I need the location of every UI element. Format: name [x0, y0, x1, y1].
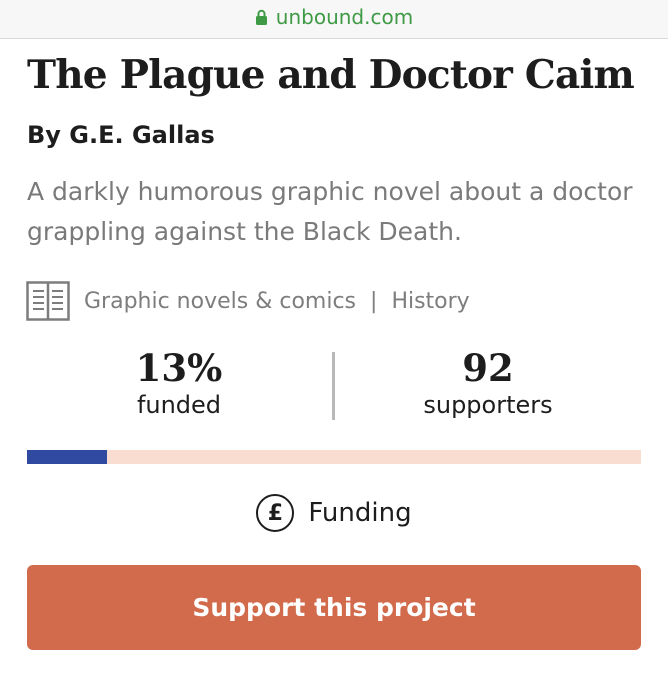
funded-percent: 13% [135, 346, 223, 390]
project-title: The Plague and Doctor Caim [27, 52, 635, 98]
supporters-count: 92 [462, 346, 514, 390]
pound-icon: £ [256, 494, 295, 532]
funding-progress-bar [27, 450, 641, 464]
project-author[interactable]: By G.E. Gallas [27, 121, 215, 149]
funding-stats: 13% funded 92 supporters [27, 346, 641, 426]
supporters-label: supporters [423, 391, 553, 419]
stats-divider [332, 352, 335, 420]
supporters-stat: 92 supporters [338, 346, 638, 420]
book-icon [26, 281, 70, 321]
funding-progress-fill [27, 450, 107, 464]
funding-info: £ Funding [0, 490, 668, 536]
support-project-button[interactable]: Support this project [27, 565, 641, 650]
funding-label: Funding [308, 498, 412, 528]
url-display[interactable]: unbound.com [255, 5, 413, 29]
lock-icon [255, 9, 267, 25]
category-row: Graphic novels & comics | History [26, 280, 470, 322]
url-text: unbound.com [275, 5, 414, 29]
funded-label: funded [136, 391, 222, 419]
project-description: A darkly humorous graphic novel about a … [27, 177, 633, 246]
browser-address-bar[interactable]: unbound.com [0, 0, 668, 39]
funded-stat: 13% funded [29, 346, 329, 420]
category-link-graphic-novels[interactable]: Graphic novels & comics [84, 289, 356, 314]
category-link-history[interactable]: History [391, 289, 469, 314]
category-separator: | [370, 288, 378, 314]
